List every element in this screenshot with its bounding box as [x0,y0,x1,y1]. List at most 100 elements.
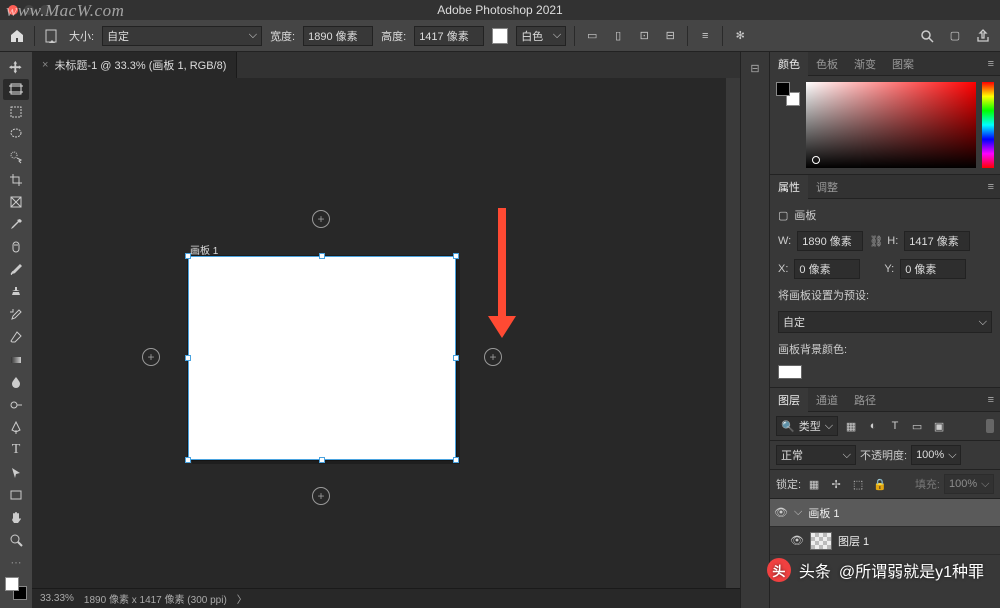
add-artboard-bottom-icon[interactable]: + [312,487,330,505]
resize-handle[interactable] [185,253,191,259]
color-field[interactable] [806,82,976,168]
height-input[interactable] [904,231,970,251]
filter-adjust-icon[interactable]: ◐ [864,417,882,435]
visibility-icon[interactable]: 👁 [790,534,804,547]
hand-tool[interactable] [3,507,29,529]
blur-tool[interactable] [3,372,29,394]
artboard-tool-preset-icon[interactable] [43,27,61,45]
clone-stamp-tool[interactable] [3,281,29,303]
zoom-level[interactable]: 33.33% [40,593,74,604]
width-input[interactable] [303,26,373,46]
document-tab[interactable]: × 未标题-1 @ 33.3% (画板 1, RGB/8) [32,52,237,78]
tab-properties[interactable]: 属性 [770,175,808,199]
filter-shape-icon[interactable]: ▭ [908,417,926,435]
align-icon[interactable]: ▭ [583,27,601,45]
layer-name[interactable]: 图层 1 [838,533,869,549]
tab-channels[interactable]: 通道 [808,388,846,412]
resize-handle[interactable] [319,253,325,259]
filter-toggle[interactable] [986,419,994,433]
resize-handle[interactable] [453,253,459,259]
gradient-tool[interactable] [3,349,29,371]
resize-handle[interactable] [453,355,459,361]
close-tab-icon[interactable]: × [42,59,48,71]
healing-brush-tool[interactable] [3,236,29,258]
resize-handle[interactable] [185,355,191,361]
resize-handle[interactable] [319,457,325,463]
panel-menu-icon[interactable]: ≡ [982,58,1000,70]
filter-pixel-icon[interactable]: ▦ [842,417,860,435]
tab-gradients[interactable]: 渐变 [846,52,884,76]
workspace-icon[interactable]: ▢ [946,27,964,45]
layer-thumbnail[interactable] [810,532,832,550]
lock-all-icon[interactable]: 🔒 [871,475,889,493]
layer-row[interactable]: 👁 图层 1 [770,527,1000,555]
blend-mode-dropdown[interactable]: 正常⌵ [776,445,856,465]
hue-slider[interactable] [982,82,994,168]
artboard-color-dropdown[interactable]: 白色⌵ [516,26,566,46]
visibility-icon[interactable]: 👁 [774,506,788,519]
gear-icon[interactable]: ✻ [731,27,749,45]
add-artboard-top-icon[interactable]: + [312,210,330,228]
preset-dropdown[interactable]: 自定⌵ [778,311,992,333]
zoom-tool[interactable] [3,529,29,551]
history-brush-tool[interactable] [3,304,29,326]
canvas[interactable]: 画板 1 + + + + [32,78,740,588]
lasso-tool[interactable] [3,124,29,146]
path-select-tool[interactable] [3,462,29,484]
distribute-icon[interactable]: ⊡ [635,27,653,45]
collapse-icon[interactable]: ⌵ [794,506,802,519]
tab-adjustments[interactable]: 调整 [808,175,846,199]
shape-tool[interactable] [3,484,29,506]
crop-tool[interactable] [3,169,29,191]
layer-name[interactable]: 画板 1 [808,505,839,521]
tab-paths[interactable]: 路径 [846,388,884,412]
add-artboard-left-icon[interactable]: + [142,348,160,366]
text-tool[interactable]: T [3,439,29,461]
layer-row-artboard[interactable]: 👁 ⌵ 画板 1 [770,499,1000,527]
share-icon[interactable] [974,27,992,45]
height-input[interactable] [414,26,484,46]
eyedropper-tool[interactable] [3,214,29,236]
opacity-input[interactable]: 100%⌵ [911,445,961,465]
tab-swatches[interactable]: 色板 [808,52,846,76]
minimize-window-icon[interactable] [24,5,34,15]
lock-artboard-icon[interactable]: ⬚ [849,475,867,493]
collapsed-panel-icon[interactable]: ⊟ [745,60,765,76]
tab-color[interactable]: 颜色 [770,52,808,76]
layer-kind-dropdown[interactable]: 🔍 类型 ⌵ [776,416,838,436]
brush-tool[interactable] [3,259,29,281]
lock-position-icon[interactable]: ✢ [827,475,845,493]
color-cursor[interactable] [812,156,820,164]
marquee-tool[interactable] [3,101,29,123]
eraser-tool[interactable] [3,327,29,349]
y-input[interactable] [900,259,966,279]
link-icon[interactable]: ⛓ [869,235,881,248]
status-chevron-icon[interactable]: 〉 [237,591,247,606]
vertical-scrollbar[interactable] [726,78,740,588]
width-input[interactable] [797,231,863,251]
resize-handle[interactable] [453,457,459,463]
dodge-tool[interactable] [3,394,29,416]
resize-handle[interactable] [185,457,191,463]
align-options-icon[interactable]: ≡ [696,27,714,45]
tab-layers[interactable]: 图层 [770,388,808,412]
bgcolor-swatch[interactable] [778,365,802,379]
panel-menu-icon[interactable]: ≡ [982,181,1000,193]
add-artboard-right-icon[interactable]: + [484,348,502,366]
filter-smart-icon[interactable]: ▣ [930,417,948,435]
artboard[interactable] [188,256,456,460]
align-icon[interactable]: ▯ [609,27,627,45]
move-tool[interactable] [3,56,29,78]
frame-tool[interactable] [3,191,29,213]
panel-menu-icon[interactable]: ≡ [982,394,1000,406]
search-icon[interactable] [918,27,936,45]
filter-text-icon[interactable]: T [886,417,904,435]
artboard-color-swatch[interactable] [492,28,508,44]
x-input[interactable] [794,259,860,279]
lock-pixels-icon[interactable]: ▦ [805,475,823,493]
fg-bg-swatch[interactable] [776,82,800,106]
artboard-tool[interactable] [3,79,29,101]
pen-tool[interactable] [3,417,29,439]
artboard-label[interactable]: 画板 1 [190,242,218,257]
edit-toolbar-icon[interactable]: ⋯ [3,552,29,574]
